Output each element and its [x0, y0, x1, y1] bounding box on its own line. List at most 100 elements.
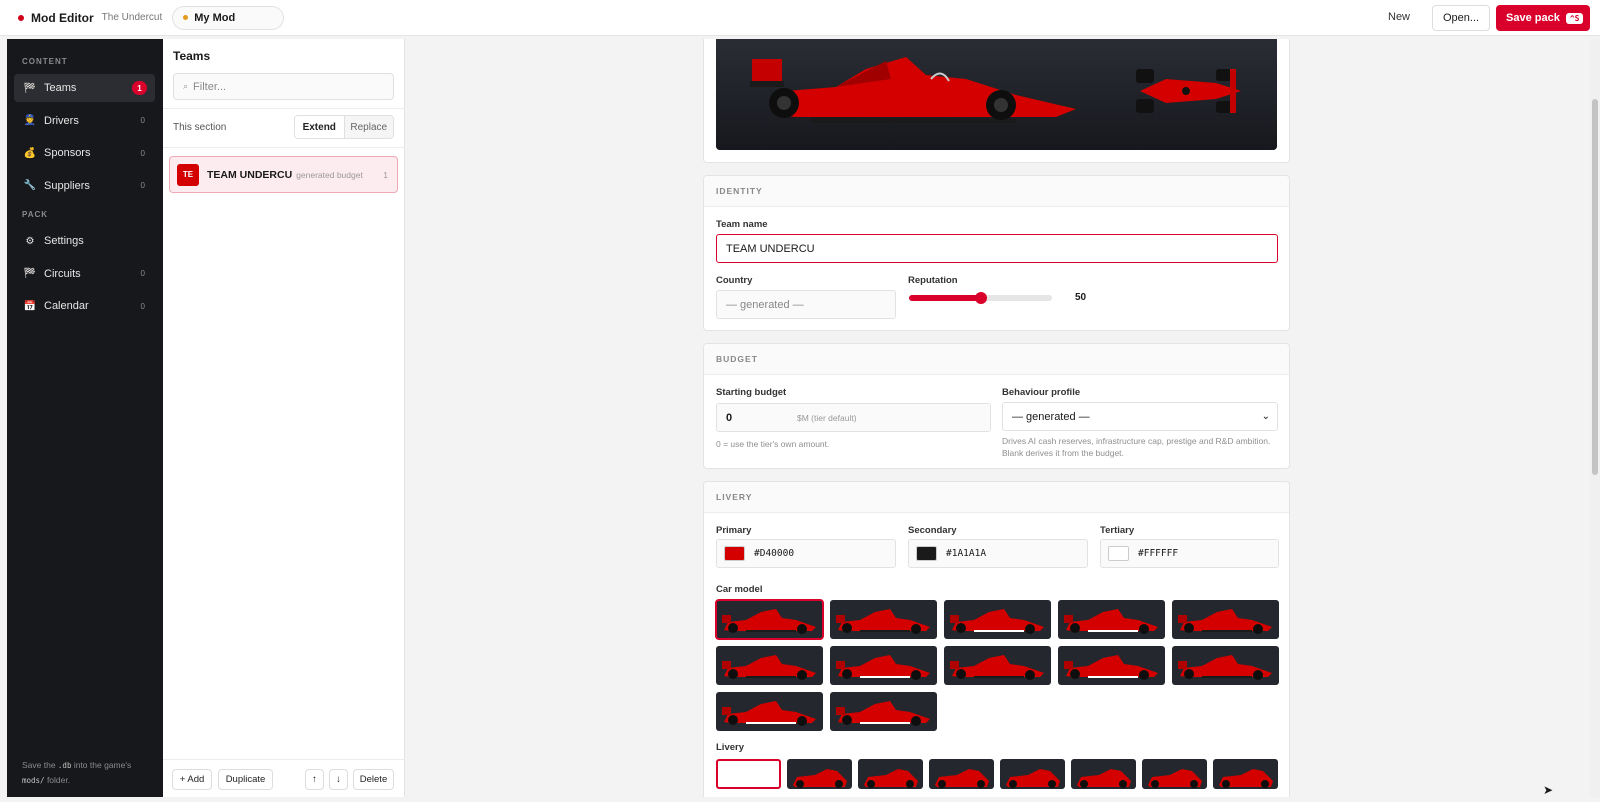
replace-option[interactable]: Replace	[344, 116, 393, 138]
livery-thumbnail-icon	[1077, 769, 1131, 788]
starting-budget-unit: $M (tier default)	[797, 412, 857, 423]
reputation-slider[interactable]	[909, 292, 1052, 304]
livery-option[interactable]	[929, 759, 994, 789]
move-down-button[interactable]: ↓	[329, 769, 348, 790]
secondary-color-swatch[interactable]	[916, 546, 937, 561]
behaviour-profile-select[interactable]: — generated — ⌄	[1002, 402, 1278, 431]
app-title: Mod Editor	[31, 10, 94, 25]
sidebar-item-drivers[interactable]: 👮 Drivers 0	[14, 107, 155, 135]
starting-budget-value: 0	[726, 411, 733, 424]
car-model-option[interactable]	[944, 646, 1051, 685]
reputation-slider-handle[interactable]	[974, 292, 987, 304]
save-shortcut: ^S	[1565, 12, 1584, 24]
open-button[interactable]: Open...	[1432, 5, 1491, 31]
extend-option[interactable]: Extend	[295, 116, 345, 138]
car-model-option[interactable]	[1058, 646, 1165, 685]
mod-selector[interactable]: My Mod	[172, 5, 285, 30]
car-model-label: Car model	[716, 584, 763, 595]
team-count: 1	[383, 169, 388, 180]
car-model-option[interactable]	[830, 692, 937, 731]
sidebar-item-suppliers[interactable]: 🔧 Suppliers 0	[14, 172, 155, 200]
car-thumbnail-icon	[836, 609, 930, 634]
livery-option[interactable]	[1213, 759, 1278, 789]
livery-option[interactable]	[787, 759, 852, 789]
car-model-option[interactable]	[830, 646, 937, 685]
car-thumbnail-icon	[1064, 609, 1158, 634]
reputation-slider-fill	[909, 295, 981, 301]
footer-text: Save the	[22, 760, 58, 770]
sidebar-item-label: Sponsors	[44, 147, 91, 159]
main-scrollbar[interactable]	[1590, 39, 1600, 797]
livery-option[interactable]	[858, 759, 923, 789]
car-model-option[interactable]	[715, 599, 824, 640]
sidebar-item-teams[interactable]: 🏁 Teams 1	[14, 74, 155, 102]
livery-thumbnail-icon	[1006, 769, 1060, 788]
car-thumbnail-icon	[1064, 655, 1158, 680]
behaviour-profile-hint: Drives AI cash reserves, infrastructure …	[1002, 436, 1271, 458]
car-thumbnail-icon	[722, 655, 816, 680]
app-subtitle: The Undercut	[101, 12, 163, 23]
starting-budget-label: Starting budget	[716, 387, 787, 398]
sidebar-item-label: Circuits	[44, 267, 81, 280]
divider	[163, 108, 405, 109]
car-model-option[interactable]	[1172, 600, 1279, 639]
sidebar-item-calendar[interactable]: 📅 Calendar 0	[14, 292, 155, 320]
car-thumbnail-icon	[722, 701, 816, 726]
delete-button[interactable]: Delete	[353, 769, 394, 790]
sidebar-item-sponsors[interactable]: 💰 Sponsors 0	[14, 139, 155, 167]
identity-heading: IDENTITY	[704, 176, 1289, 207]
sidebar-item-settings[interactable]: ⚙ Settings	[14, 227, 155, 255]
livery-option[interactable]	[1142, 759, 1207, 789]
sidebar-item-label: Teams	[44, 82, 77, 94]
primary-color-swatch[interactable]	[724, 546, 745, 561]
footer-code-db: .db	[57, 761, 72, 770]
starting-budget-input[interactable]: 0 $M (tier default)	[716, 403, 991, 432]
car-thumbnail-icon	[836, 701, 930, 726]
sidebar-item-count: 1	[132, 81, 147, 95]
car-model-option[interactable]	[1172, 646, 1279, 685]
money-bag-icon: 💰	[23, 147, 37, 159]
save-pack-button[interactable]: Save pack ^S	[1496, 5, 1590, 31]
secondary-color-hex: #1A1A1A	[946, 548, 987, 559]
sidebar-item-count: 0	[140, 181, 145, 190]
livery-option[interactable]	[1071, 759, 1136, 789]
sidebar-item-count: 0	[140, 148, 145, 158]
car-model-option[interactable]	[830, 600, 937, 639]
sidebar-item-circuits[interactable]: 🏁 Circuits 0	[14, 260, 155, 288]
budget-heading: BUDGET	[704, 344, 1289, 375]
calendar-icon: 📅	[23, 300, 37, 312]
tertiary-color-field[interactable]: #FFFFFF	[1100, 539, 1279, 568]
secondary-color-field[interactable]: #1A1A1A	[908, 539, 1088, 568]
list-item[interactable]: TE TEAM UNDERCU generated budget 1	[169, 156, 398, 193]
sidebar-item-label: Settings	[44, 235, 84, 247]
section-mode-label: This section	[173, 122, 227, 133]
sidebar-item-count: 0	[140, 301, 145, 311]
identity-card: IDENTITY Team name TEAM UNDERCU Country …	[703, 175, 1290, 331]
duplicate-button[interactable]: Duplicate	[218, 769, 273, 790]
move-up-button[interactable]: ↑	[305, 769, 324, 790]
country-field[interactable]: — generated —	[716, 290, 896, 319]
car-model-option[interactable]	[716, 646, 823, 685]
filter-input[interactable]: ⌕ Filter...	[173, 73, 394, 100]
mod-name: My Mod	[194, 11, 236, 24]
livery-option[interactable]	[1000, 759, 1065, 789]
primary-color-field[interactable]: #D40000	[716, 539, 896, 568]
filter-placeholder: Filter...	[193, 80, 227, 93]
footer-code-mods: mods/	[22, 776, 45, 785]
tertiary-color-swatch[interactable]	[1108, 546, 1129, 561]
team-name-input[interactable]: TEAM UNDERCU	[716, 234, 1278, 263]
list-title: Teams	[173, 49, 211, 63]
car-model-option[interactable]	[944, 600, 1051, 639]
livery-option[interactable]	[716, 759, 781, 789]
secondary-color-label: Secondary	[908, 525, 957, 536]
car-model-option[interactable]	[1058, 600, 1165, 639]
scrollbar-thumb[interactable]	[1592, 99, 1598, 475]
car-preview-card	[703, 39, 1290, 163]
sidebar-item-label: Drivers	[44, 114, 79, 127]
sidebar-item-count: 0	[140, 269, 145, 278]
add-button[interactable]: + Add	[172, 769, 212, 790]
car-model-option[interactable]	[716, 692, 823, 731]
new-button[interactable]: New	[1388, 11, 1410, 23]
sidebar-item-label: Calendar	[44, 300, 89, 312]
footer-text: folder.	[44, 775, 71, 785]
